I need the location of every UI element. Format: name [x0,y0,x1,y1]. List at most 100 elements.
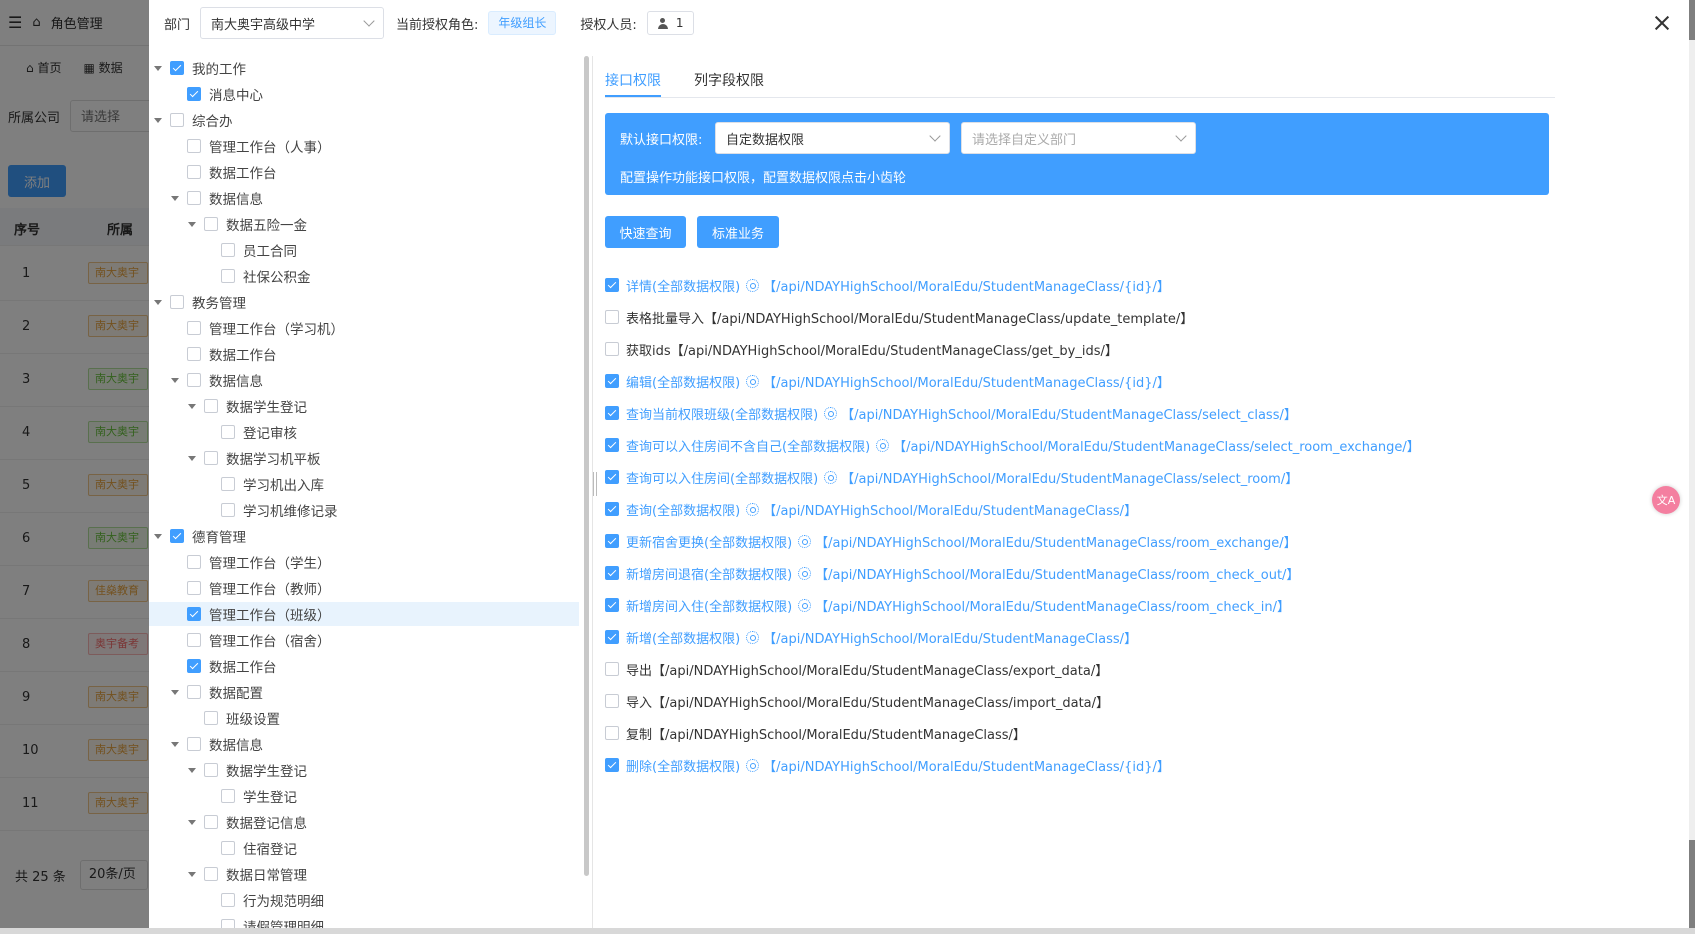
tree-checkbox[interactable] [187,87,201,101]
caret-down-icon[interactable] [171,195,179,201]
gear-icon[interactable] [798,534,812,548]
tree-checkbox[interactable] [187,581,201,595]
standard-business-button[interactable]: 标准业务 [697,216,779,248]
dept-select[interactable]: 南大奥宇高级中学 [200,7,385,39]
api-permission-item[interactable]: 表格批量导入 【/api/NDAYHighSchool/MoralEdu/Stud… [605,306,1193,328]
tree-node[interactable]: 数据信息 [149,186,579,210]
api-permission-item[interactable]: 查询可以入住房间不含自己(全部数据权限) 【/api/NDAYHighSchool… [605,434,1420,456]
tree-node[interactable]: 数据信息 [149,368,579,392]
tree-node[interactable]: 数据五险一金 [149,212,579,236]
tree-node[interactable]: 社保公积金 [149,264,579,288]
caret-down-icon[interactable] [171,689,179,695]
gear-icon[interactable] [746,502,760,516]
tree-checkbox[interactable] [187,659,201,673]
caret-down-icon[interactable] [154,117,162,123]
api-checkbox[interactable] [605,374,619,388]
api-permission-item[interactable]: 导入 【/api/NDAYHighSchool/MoralEdu/StudentM… [605,690,1109,712]
tree-node[interactable]: 员工合同 [149,238,579,262]
gear-icon[interactable] [746,374,760,388]
api-permission-item[interactable]: 查询可以入住房间(全部数据权限) 【/api/NDAYHighSchool/Mor… [605,466,1298,488]
tree-node[interactable]: 管理工作台（学生） [149,550,579,574]
tree-node[interactable]: 学习机维修记录 [149,498,579,522]
tree-checkbox[interactable] [187,685,201,699]
tree-node[interactable]: 登记审核 [149,420,579,444]
bottom-scrollbar[interactable] [0,928,1695,934]
tree-checkbox[interactable] [204,867,218,881]
api-permission-item[interactable]: 详情(全部数据权限) 【/api/NDAYHighSchool/MoralEdu/… [605,274,1170,296]
tree-scrollbar[interactable] [584,56,589,876]
tree-checkbox[interactable] [221,243,235,257]
tree-node[interactable]: 管理工作台（宿舍） [149,628,579,652]
api-checkbox[interactable] [605,662,619,676]
tree-node[interactable]: 数据学习机平板 [149,446,579,470]
api-permission-item[interactable]: 新增(全部数据权限) 【/api/NDAYHighSchool/MoralEdu/… [605,626,1137,648]
custom-dept-select[interactable]: 请选择自定义部门 [961,122,1196,154]
tree-node[interactable]: 管理工作台（班级） [149,602,579,626]
api-checkbox[interactable] [605,534,619,548]
tree-checkbox[interactable] [170,113,184,127]
tree-checkbox[interactable] [204,711,218,725]
api-permission-item[interactable]: 编辑(全部数据权限) 【/api/NDAYHighSchool/MoralEdu/… [605,370,1170,392]
default-permission-select[interactable]: 自定数据权限 [715,122,950,154]
gear-icon[interactable] [798,566,812,580]
tree-node[interactable]: 数据信息 [149,732,579,756]
tab-field-permission[interactable]: 列字段权限 [694,70,764,90]
caret-down-icon[interactable] [171,377,179,383]
tree-checkbox[interactable] [187,347,201,361]
tree-node[interactable]: 管理工作台（学习机） [149,316,579,340]
caret-down-icon[interactable] [154,299,162,305]
tree-checkbox[interactable] [187,737,201,751]
tree-node[interactable]: 数据工作台 [149,654,579,678]
api-permission-item[interactable]: 新增房间退宿(全部数据权限) 【/api/NDAYHighSchool/Moral… [605,562,1299,584]
caret-down-icon[interactable] [154,533,162,539]
tree-checkbox[interactable] [187,555,201,569]
tree-node[interactable]: 管理工作台（教师） [149,576,579,600]
tree-checkbox[interactable] [170,61,184,75]
tree-node[interactable]: 数据学生登记 [149,758,579,782]
tree-node[interactable]: 班级设置 [149,706,579,730]
caret-down-icon[interactable] [188,221,196,227]
api-permission-item[interactable]: 新增房间入住(全部数据权限) 【/api/NDAYHighSchool/Moral… [605,594,1290,616]
tree-node[interactable]: 住宿登记 [149,836,579,860]
tree-checkbox[interactable] [187,373,201,387]
translate-icon[interactable]: 文A [1652,486,1680,514]
api-permission-item[interactable]: 导出 【/api/NDAYHighSchool/MoralEdu/StudentM… [605,658,1108,680]
tree-node[interactable]: 数据工作台 [149,342,579,366]
tree-node[interactable]: 学习机出入库 [149,472,579,496]
api-checkbox[interactable] [605,694,619,708]
tree-node[interactable]: 德育管理 [149,524,579,548]
gear-icon[interactable] [746,758,760,772]
drag-handle[interactable] [592,472,598,496]
tree-node[interactable]: 数据配置 [149,680,579,704]
api-checkbox[interactable] [605,758,619,772]
caret-down-icon[interactable] [188,455,196,461]
tree-node[interactable]: 数据工作台 [149,160,579,184]
api-checkbox[interactable] [605,470,619,484]
caret-down-icon[interactable] [188,819,196,825]
tree-checkbox[interactable] [187,633,201,647]
tree-checkbox[interactable] [170,529,184,543]
tree-node[interactable]: 请假管理明细 [149,914,579,928]
person-tag[interactable]: 1 [646,11,695,35]
gear-icon[interactable] [824,470,838,484]
tree-node[interactable]: 行为规范明细 [149,888,579,912]
tree-checkbox[interactable] [221,789,235,803]
api-checkbox[interactable] [605,566,619,580]
close-icon[interactable] [1653,14,1671,32]
tree-checkbox[interactable] [187,191,201,205]
gear-icon[interactable] [798,598,812,612]
api-checkbox[interactable] [605,598,619,612]
tree-checkbox[interactable] [187,139,201,153]
api-permission-item[interactable]: 删除(全部数据权限) 【/api/NDAYHighSchool/MoralEdu/… [605,754,1170,776]
api-checkbox[interactable] [605,278,619,292]
caret-down-icon[interactable] [188,403,196,409]
tree-node[interactable]: 消息中心 [149,82,579,106]
tree-checkbox[interactable] [221,425,235,439]
api-checkbox[interactable] [605,438,619,452]
tree-node[interactable]: 数据日常管理 [149,862,579,886]
page-scrollbar[interactable] [1689,40,1695,840]
api-permission-item[interactable]: 复制 【/api/NDAYHighSchool/MoralEdu/StudentM… [605,722,1026,744]
tree-node[interactable]: 管理工作台（人事） [149,134,579,158]
gear-icon[interactable] [876,438,890,452]
gear-icon[interactable] [824,406,838,420]
